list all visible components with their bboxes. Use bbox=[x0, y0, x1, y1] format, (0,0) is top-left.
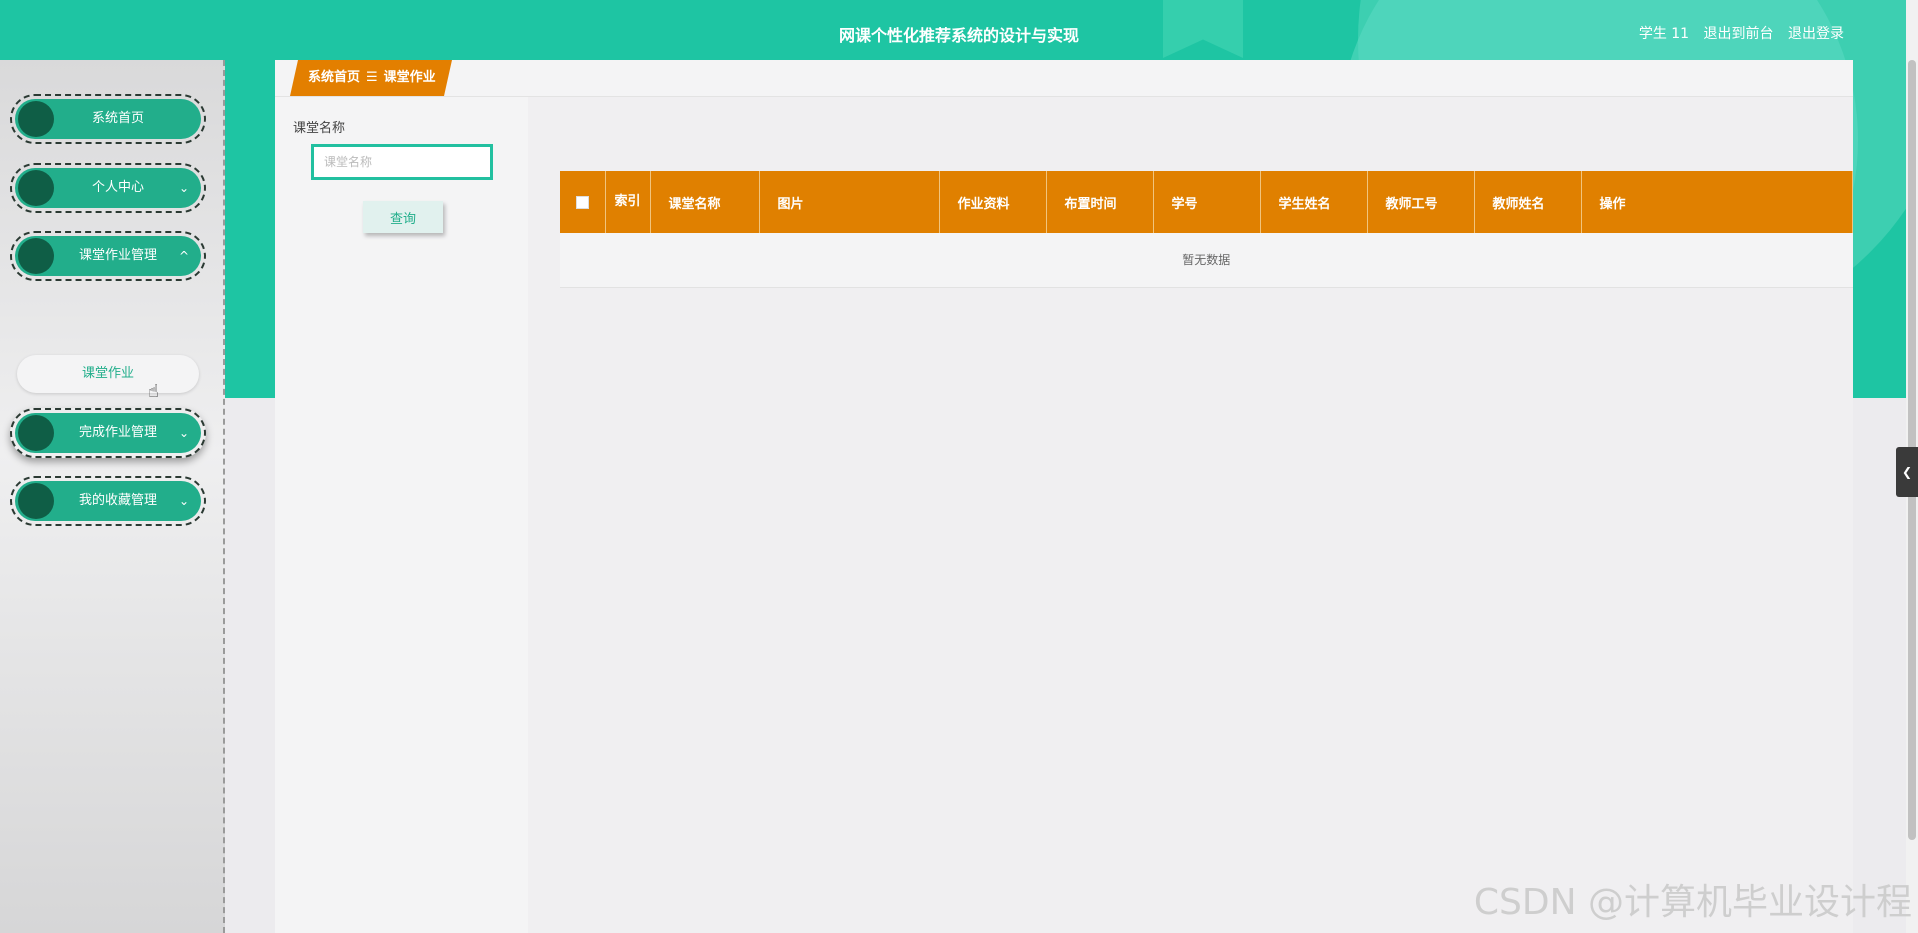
chevron-down-icon: ⌄ bbox=[178, 494, 189, 508]
chevron-down-icon: ⌄ bbox=[178, 426, 189, 440]
col-header-student-id: 学号 bbox=[1153, 171, 1261, 233]
watermark: CSDN @计算机毕业设计程 bbox=[1473, 882, 1912, 923]
filter-panel: 课堂名称 查询 bbox=[275, 97, 528, 933]
col-header-index: 索引 bbox=[605, 171, 651, 233]
sidebar-item-personal-center[interactable]: 个人中心 ⌄ bbox=[10, 163, 206, 213]
chevron-up-icon: ^ bbox=[178, 249, 189, 263]
chevron-down-icon: ⌄ bbox=[178, 181, 189, 195]
menu-icon: ☰ bbox=[366, 70, 378, 85]
breadcrumb: 系统首页 ☰ 课堂作业 bbox=[290, 60, 452, 96]
main-content: 系统首页 ☰ 课堂作业 课堂名称 查询 索引 课堂名称 图片 作业资料 布置时间 学… bbox=[275, 60, 1853, 933]
sidebar-item-completed-homework-mgmt[interactable]: 完成作业管理 ⌄ bbox=[10, 408, 206, 458]
logout-link[interactable]: 退出登录 bbox=[1788, 26, 1844, 42]
exit-front-link[interactable]: 退出到前台 bbox=[1704, 26, 1774, 42]
sidebar-item-home[interactable]: 系统首页 bbox=[10, 94, 206, 144]
breadcrumb-bar: 系统首页 ☰ 课堂作业 bbox=[275, 60, 1853, 97]
chevron-left-icon[interactable]: ❮ bbox=[1896, 447, 1918, 497]
col-header-teacher-name: 教师姓名 bbox=[1474, 171, 1582, 233]
select-all-checkbox-cell[interactable] bbox=[560, 171, 606, 233]
data-table: 索引 课堂名称 图片 作业资料 布置时间 学号 学生姓名 教师工号 教师姓名 操… bbox=[560, 171, 1853, 288]
col-header-student-name: 学生姓名 bbox=[1260, 171, 1368, 233]
sidebar-item-label: 系统首页 bbox=[91, 111, 144, 126]
empty-text: 暂无数据 bbox=[560, 233, 1853, 288]
sidebar-subitem-class-homework[interactable]: 课堂作业 bbox=[17, 355, 199, 393]
col-header-assign-time: 布置时间 bbox=[1046, 171, 1154, 233]
col-header-class-name: 课堂名称 bbox=[650, 171, 760, 233]
col-header-homework-material: 作业资料 bbox=[939, 171, 1047, 233]
user-links: 学生 11 退出到前台 退出登录 bbox=[1629, 23, 1844, 43]
menu-dot-icon bbox=[18, 238, 54, 274]
class-name-input[interactable] bbox=[311, 144, 493, 180]
sidebar-item-label: 完成作业管理 bbox=[78, 425, 157, 440]
col-header-actions: 操作 bbox=[1581, 171, 1853, 233]
hand-cursor-icon: ☝ bbox=[148, 381, 159, 402]
sidebar-item-favorites-mgmt[interactable]: 我的收藏管理 ⌄ bbox=[10, 476, 206, 526]
select-all-checkbox[interactable] bbox=[575, 195, 589, 209]
filter-label: 课堂名称 bbox=[293, 121, 346, 136]
sidebar-item-label: 我的收藏管理 bbox=[78, 493, 157, 508]
table-row-empty: 暂无数据 bbox=[560, 233, 1853, 288]
sidebar: 系统首页 个人中心 ⌄ 课堂作业管理 ^ 课堂作业 完成作业管理 ⌄ 我的收藏管理 ⌄ bbox=[0, 60, 225, 933]
sidebar-item-label: 个人中心 bbox=[91, 180, 144, 195]
sidebar-item-label: 课堂作业管理 bbox=[78, 248, 157, 263]
breadcrumb-home[interactable]: 系统首页 bbox=[308, 70, 360, 85]
table-header-row: 索引 课堂名称 图片 作业资料 布置时间 学号 学生姓名 教师工号 教师姓名 操… bbox=[560, 171, 1853, 233]
menu-dot-icon bbox=[18, 170, 54, 206]
col-header-teacher-id: 教师工号 bbox=[1367, 171, 1475, 233]
menu-dot-icon bbox=[18, 415, 54, 451]
col-header-image: 图片 bbox=[759, 171, 940, 233]
sidebar-item-class-homework-mgmt[interactable]: 课堂作业管理 ^ bbox=[10, 231, 206, 281]
username: 学生 11 bbox=[1638, 26, 1690, 42]
menu-dot-icon bbox=[18, 101, 54, 137]
query-button[interactable]: 查询 bbox=[363, 201, 443, 233]
menu-dot-icon bbox=[18, 483, 54, 519]
breadcrumb-current: 课堂作业 bbox=[383, 70, 436, 85]
